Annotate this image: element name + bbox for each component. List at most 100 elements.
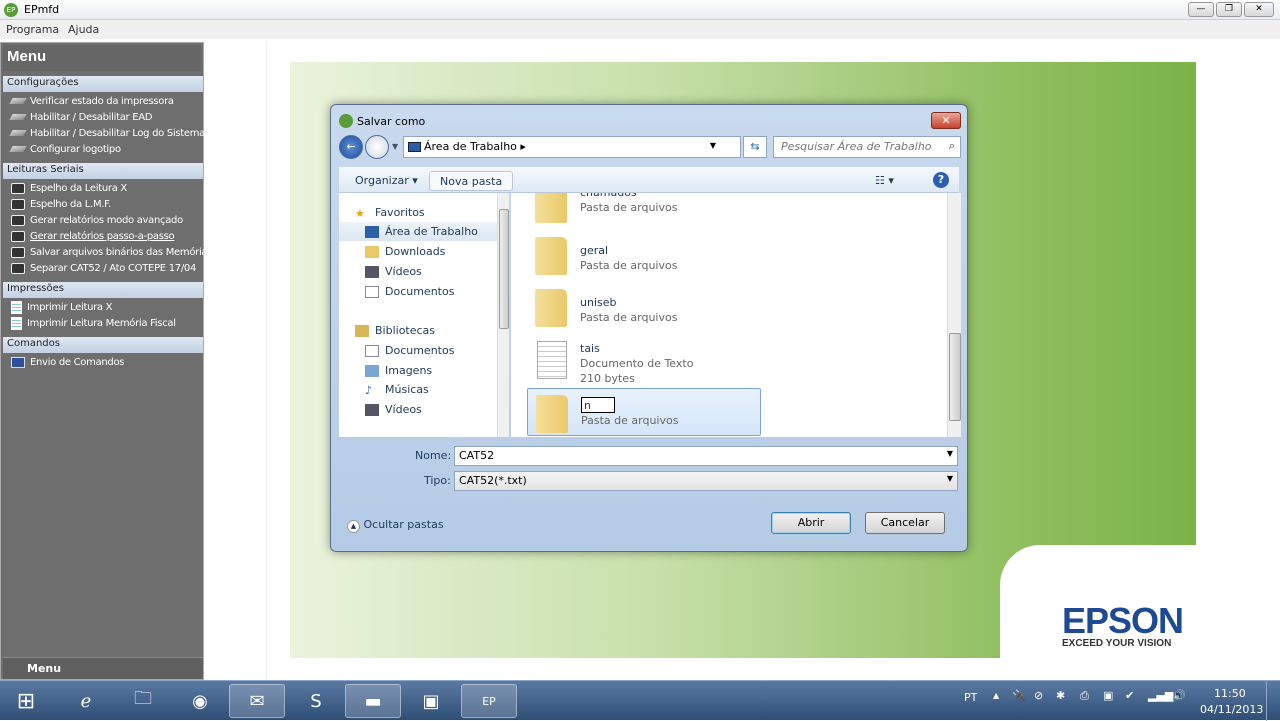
- outlook-icon[interactable]: ✉: [229, 684, 285, 718]
- nav-bibliotecas[interactable]: Bibliotecas: [355, 321, 513, 340]
- internet-explorer-icon[interactable]: ℯ: [58, 684, 114, 718]
- rename-input[interactable]: n: [581, 397, 615, 413]
- language-indicator[interactable]: PT: [964, 691, 977, 704]
- sidebar-item[interactable]: Configurar logotipo: [9, 141, 121, 157]
- hide-folders-label: Ocultar pastas: [363, 518, 444, 531]
- clock-date[interactable]: 04/11/2013: [1200, 703, 1263, 716]
- chrome-icon[interactable]: ◉: [172, 684, 228, 718]
- power-icon[interactable]: 🔌: [1012, 689, 1026, 702]
- back-button[interactable]: ←: [339, 135, 363, 159]
- sidebar-item[interactable]: Espelho da Leitura X: [11, 180, 127, 196]
- help-icon[interactable]: ?: [933, 172, 949, 188]
- volume-icon[interactable]: 🔊: [1172, 689, 1186, 702]
- nav-favoritos[interactable]: ★ Favoritos: [355, 203, 513, 222]
- clock-time[interactable]: 11:50: [1214, 687, 1246, 700]
- address-dropdown-icon[interactable]: ▼: [710, 141, 716, 150]
- sidebar-item[interactable]: Gerar relatórios modo avançado: [11, 212, 183, 228]
- network-app-icon[interactable]: ▣: [403, 684, 459, 718]
- hide-folders-toggle[interactable]: ▲ Ocultar pastas: [347, 518, 444, 533]
- file-item-text[interactable]: tais Documento de Texto 210 bytes: [527, 337, 761, 385]
- section-leituras-seriais[interactable]: Leituras Seriais: [3, 163, 203, 179]
- view-options-icon[interactable]: ☷ ▾: [865, 171, 904, 191]
- file-item-folder[interactable]: chamadosPasta de arquivos: [527, 193, 761, 227]
- sidebar-item[interactable]: Espelho da L.M.F.: [11, 196, 111, 212]
- section-impressoes[interactable]: Impressões: [3, 282, 203, 298]
- forward-button[interactable]: [365, 135, 389, 159]
- folder-icon: [535, 289, 567, 327]
- chevron-up-icon: ▲: [347, 520, 360, 533]
- search-input[interactable]: Pesquisar Área de Trabalho ⌕: [773, 136, 961, 158]
- nav-label: Vídeos: [385, 265, 422, 278]
- dialog-close-button[interactable]: ✕: [931, 112, 961, 129]
- show-hidden-icons[interactable]: ▲: [993, 691, 999, 700]
- new-folder-button[interactable]: Nova pasta: [429, 171, 514, 191]
- sidebar-item[interactable]: Imprimir Leitura Memória Fiscal: [11, 315, 176, 331]
- sidebar-item[interactable]: Imprimir Leitura X: [11, 299, 113, 315]
- filename-input[interactable]: CAT52 ▼: [454, 446, 958, 466]
- item-label: Gerar relatórios modo avançado: [30, 214, 183, 226]
- item-label: Espelho da L.M.F.: [30, 198, 111, 210]
- epson-app-icon[interactable]: ▬: [345, 684, 401, 718]
- start-button[interactable]: ⊞: [2, 684, 50, 718]
- skype-icon[interactable]: S: [288, 684, 344, 718]
- app-icon: EP: [4, 3, 18, 17]
- printer-icon: [9, 130, 27, 136]
- video-icon: [365, 265, 379, 278]
- file-item-folder[interactable]: uniseb Pasta de arquivos: [527, 283, 761, 331]
- library-icon: [355, 324, 369, 337]
- sidebar-item[interactable]: Separar CAT52 / Ato COTEPE 17/04: [11, 260, 196, 276]
- serial-icon: [11, 214, 25, 226]
- music-icon: ♪: [365, 383, 373, 397]
- network-signal-icon[interactable]: ▂▄▆: [1148, 689, 1173, 702]
- folder-icon: [536, 395, 568, 433]
- taskbar: ⊞ ℯ 🗀 ◉ ✉ S ▬ ▣ EP PT ▲ 🔌 ⊘ ✱ ⎙ ▣ ✔ ▂▄▆ …: [0, 680, 1280, 721]
- nav-scroll-thumb[interactable]: [499, 209, 509, 329]
- sidebar-item[interactable]: Verificar estado da impressora: [9, 93, 174, 109]
- section-configuracoes[interactable]: Configurações: [3, 76, 203, 92]
- nav-label: Área de Trabalho: [385, 225, 478, 238]
- nav-area-de-trabalho[interactable]: Área de Trabalho: [339, 222, 497, 241]
- open-button[interactable]: Abrir: [771, 512, 851, 534]
- menu-ajuda[interactable]: Ajuda: [68, 23, 99, 36]
- sidebar-item[interactable]: Gerar relatórios passo-a-passo: [11, 228, 175, 244]
- tray-app-icon[interactable]: ⊘: [1034, 689, 1043, 702]
- recent-pages-dropdown[interactable]: ▼: [392, 142, 398, 151]
- close-button[interactable]: ✕: [1244, 2, 1274, 17]
- file-type-select[interactable]: CAT52(*.txt) ▼: [454, 471, 958, 491]
- type-label: Tipo:: [424, 474, 451, 487]
- files-scroll-thumb[interactable]: [949, 333, 961, 421]
- serial-icon: [11, 182, 25, 194]
- address-bar[interactable]: Área de Trabalho ▸ ▼: [403, 136, 741, 158]
- menu-programa[interactable]: Programa: [6, 23, 59, 36]
- sidebar-footer-menu[interactable]: Menu: [3, 657, 203, 679]
- security-icon[interactable]: ✔: [1125, 689, 1134, 702]
- sidebar-item[interactable]: Envio de Comandos: [11, 354, 125, 370]
- organize-button[interactable]: Organizar ▾: [345, 171, 428, 191]
- sidebar-item[interactable]: Habilitar / Desabilitar Log do Sistema: [9, 125, 205, 141]
- minimize-button[interactable]: —: [1188, 2, 1214, 17]
- section-comandos[interactable]: Comandos: [3, 337, 203, 353]
- navigation-pane: ★ Favoritos Área de Trabalho Downloads Ví…: [339, 193, 509, 437]
- file-item-folder[interactable]: geral Pasta de arquivos: [527, 231, 761, 279]
- epmfd-taskbar-icon[interactable]: EP: [461, 684, 517, 718]
- folder-icon: [535, 193, 567, 223]
- filename-dropdown-icon[interactable]: ▼: [947, 449, 953, 458]
- sidebar-item[interactable]: Salvar arquivos binários das Memórias: [11, 244, 212, 260]
- breadcrumb-arrow-icon[interactable]: ▸: [520, 140, 526, 153]
- file-item-new-folder[interactable]: n Pasta de arquivos: [527, 388, 761, 436]
- files-scrollbar[interactable]: [947, 193, 961, 437]
- downloads-folder-icon: [365, 245, 379, 258]
- maximize-button[interactable]: ❐: [1216, 2, 1242, 17]
- nav-scrollbar[interactable]: [497, 193, 509, 437]
- refresh-button[interactable]: ⇆: [743, 136, 767, 158]
- cancel-button[interactable]: Cancelar: [865, 512, 945, 534]
- show-desktop-button[interactable]: [1266, 681, 1280, 721]
- item-label: Habilitar / Desabilitar Log do Sistema: [30, 127, 205, 139]
- printer-tray-icon[interactable]: ⎙: [1080, 689, 1089, 703]
- outlook-tray-icon[interactable]: ▣: [1103, 689, 1113, 702]
- printer-icon: [9, 98, 27, 104]
- type-dropdown-icon[interactable]: ▼: [947, 474, 953, 483]
- file-explorer-icon[interactable]: 🗀: [115, 684, 171, 718]
- sidebar-item[interactable]: Habilitar / Desabilitar EAD: [9, 109, 153, 125]
- tray-utility-icon[interactable]: ✱: [1056, 689, 1065, 702]
